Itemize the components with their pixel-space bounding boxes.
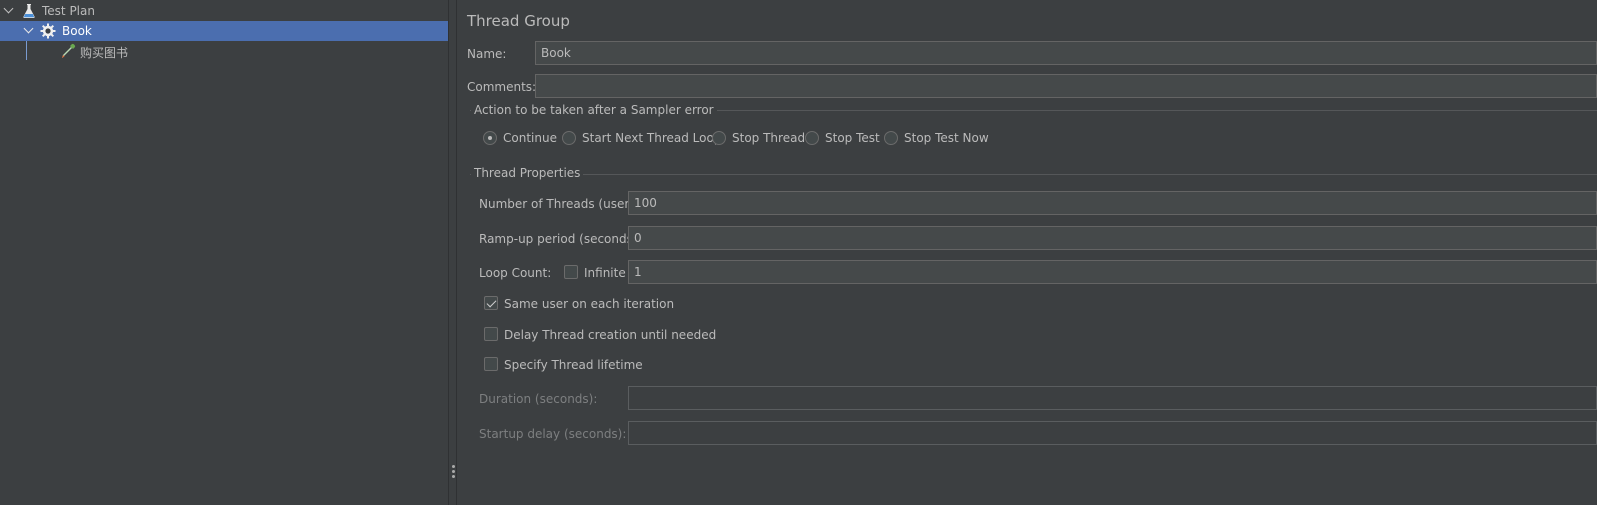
loop-count-label: Loop Count: [479, 266, 552, 280]
radio-stop-test[interactable] [805, 131, 819, 145]
chevron-down-icon[interactable] [3, 4, 15, 16]
comments-field[interactable] [535, 74, 1597, 98]
radio-stop-thread-label: Stop Thread [732, 131, 806, 145]
name-field[interactable]: Book [535, 41, 1597, 65]
name-label: Name: [467, 47, 507, 61]
thread-group-panel: Thread Group Name: Book Comments: Action… [458, 0, 1597, 505]
tree-item-label: Test Plan [42, 4, 95, 18]
radio-start-next-thread-loop-label: Start Next Thread Loop [582, 131, 722, 145]
loop-count-field[interactable]: 1 [628, 260, 1597, 284]
specify-thread-lifetime-label: Specify Thread lifetime [504, 358, 643, 372]
section-divider [470, 174, 1597, 175]
tree-item-book[interactable]: Book [0, 21, 448, 41]
tree-item-sampler[interactable]: 购买图书 [0, 41, 448, 61]
pipette-icon [60, 43, 76, 59]
test-plan-tree: Test Plan Book 购买图书 [0, 0, 448, 505]
rampup-period-field[interactable]: 0 [628, 226, 1597, 250]
threads-label: Number of Threads (users): [479, 197, 645, 211]
duration-label: Duration (seconds): [479, 392, 598, 406]
tree-item-label: Book [62, 24, 92, 38]
infinite-label: Infinite [584, 266, 626, 280]
beaker-icon [21, 3, 37, 19]
radio-continue-label: Continue [503, 131, 557, 145]
splitter-grip-dot [452, 475, 455, 478]
radio-stop-test-now[interactable] [884, 131, 898, 145]
comments-label: Comments: [467, 80, 537, 94]
panel-splitter[interactable] [448, 0, 457, 505]
tree-item-test-plan[interactable]: Test Plan [0, 1, 448, 21]
radio-start-next-thread-loop[interactable] [562, 131, 576, 145]
chevron-down-icon[interactable] [23, 24, 35, 36]
same-user-label: Same user on each iteration [504, 297, 675, 311]
startup-delay-label: Startup delay (seconds): [479, 427, 627, 441]
radio-stop-test-label: Stop Test [825, 131, 880, 145]
sampler-error-section-title: Action to be taken after a Sampler error [471, 103, 717, 117]
gear-icon [40, 23, 56, 39]
startup-delay-field[interactable] [628, 421, 1597, 445]
page-title: Thread Group [467, 12, 570, 30]
delay-thread-creation-label: Delay Thread creation until needed [504, 328, 717, 342]
infinite-checkbox[interactable] [564, 265, 578, 279]
tree-item-label: 购买图书 [80, 46, 129, 60]
splitter-grip-dot [452, 470, 455, 473]
number-of-threads-field[interactable]: 100 [628, 191, 1597, 215]
radio-stop-test-now-label: Stop Test Now [904, 131, 989, 145]
rampup-label: Ramp-up period (seconds): [479, 232, 642, 246]
duration-field[interactable] [628, 386, 1597, 410]
radio-continue[interactable] [483, 131, 497, 145]
specify-thread-lifetime-checkbox[interactable] [484, 357, 498, 371]
thread-properties-section-title: Thread Properties [471, 166, 584, 180]
delay-thread-creation-checkbox[interactable] [484, 327, 498, 341]
splitter-grip-dot [452, 465, 455, 468]
same-user-checkbox[interactable] [484, 296, 498, 310]
radio-stop-thread[interactable] [712, 131, 726, 145]
